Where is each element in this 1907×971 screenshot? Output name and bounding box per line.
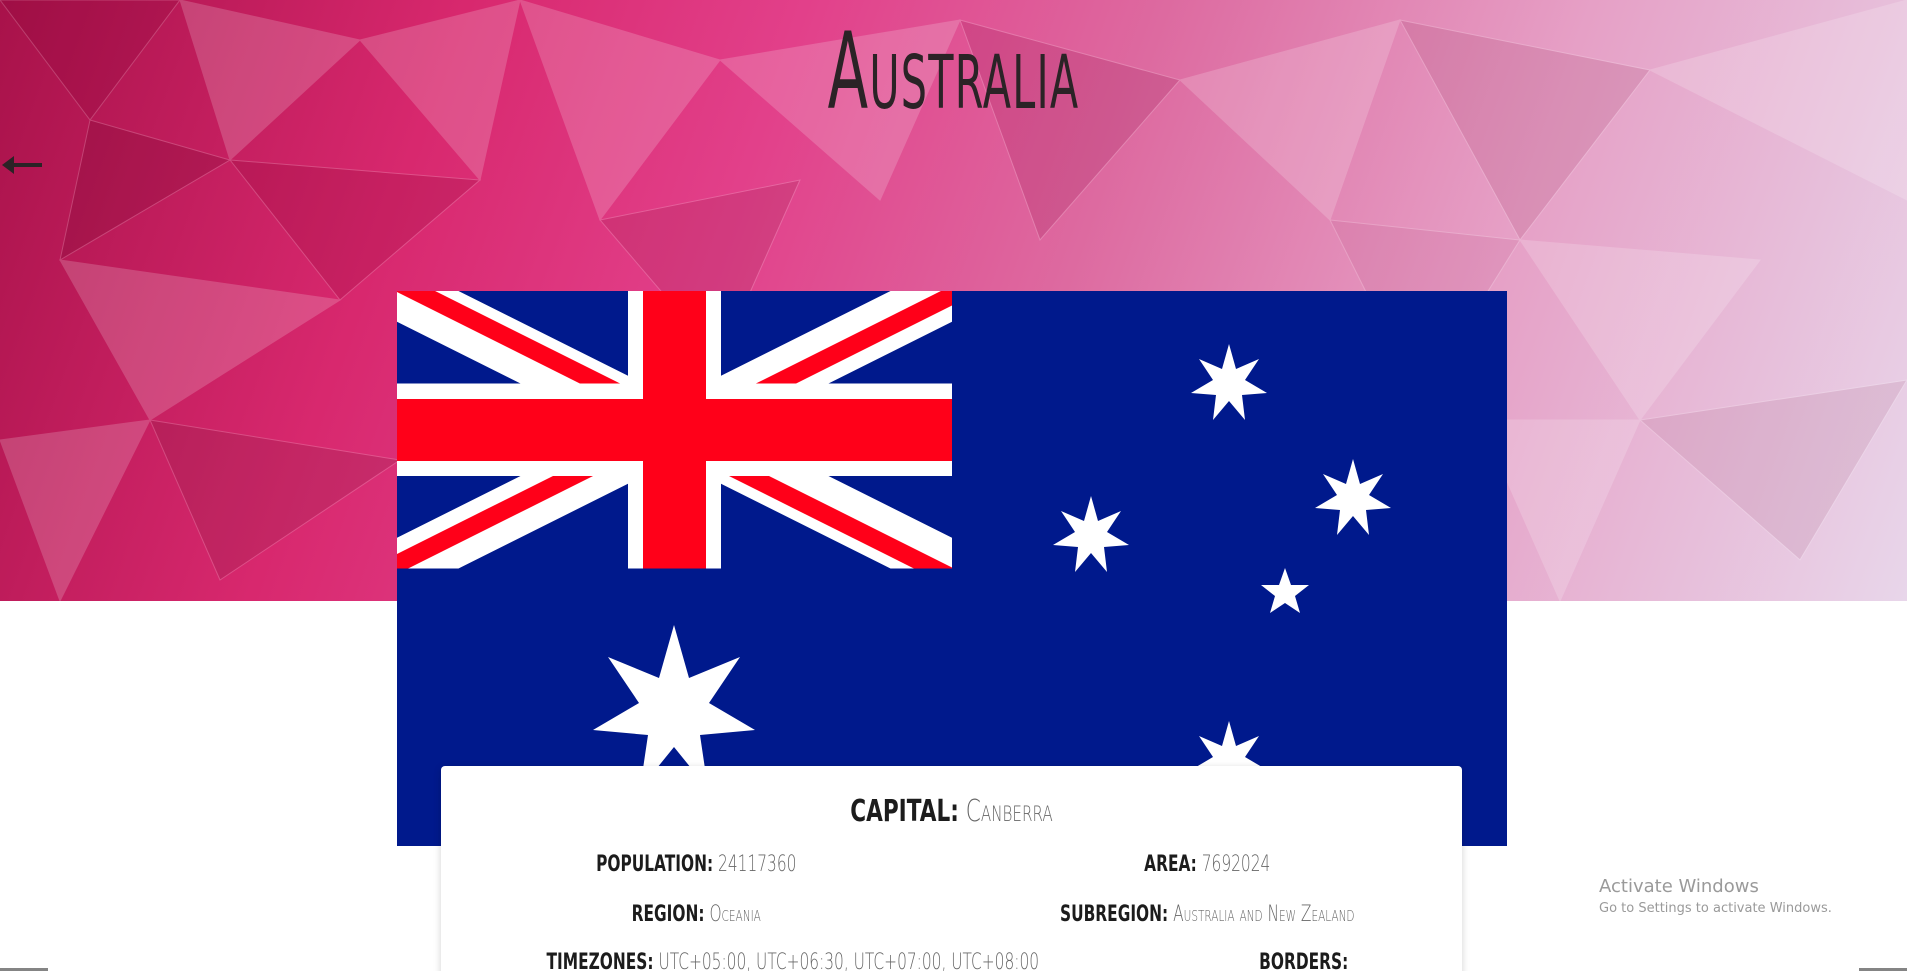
population-label: POPULATION: xyxy=(596,852,714,877)
region-label: REGION: xyxy=(631,902,705,927)
country-details-card: CAPITAL: Canberra POPULATION: 24117360 A… xyxy=(441,766,1462,971)
capital-line: CAPITAL: Canberra xyxy=(584,794,1319,829)
country-detail-page: Australia CAPITAL: Canberra POPULATION: … xyxy=(0,0,1907,971)
details-row: REGION: Oceania SUBREGION: Australia and… xyxy=(441,902,1462,927)
activate-windows-watermark: Activate Windows Go to Settings to activ… xyxy=(1599,876,1832,916)
region-value: Oceania xyxy=(709,902,761,927)
area-label: AREA: xyxy=(1143,852,1197,877)
capital-label: CAPITAL: xyxy=(850,794,959,829)
area-field: AREA: 7692024 xyxy=(1028,852,1385,877)
population-value: 24117360 xyxy=(718,852,797,877)
subregion-field: SUBREGION: Australia and New Zealand xyxy=(1028,902,1385,927)
subregion-value: Australia and New Zealand xyxy=(1172,902,1355,927)
region-field: REGION: Oceania xyxy=(518,902,875,927)
union-jack xyxy=(397,291,952,569)
capital-value: Canberra xyxy=(965,794,1053,829)
activate-windows-title: Activate Windows xyxy=(1599,876,1759,897)
details-row: POPULATION: 24117360 AREA: 7692024 xyxy=(441,852,1462,877)
country-flag-image xyxy=(397,291,1507,846)
page-title: Australia xyxy=(827,10,1080,133)
activate-windows-subtitle: Go to Settings to activate Windows. xyxy=(1599,901,1832,916)
population-field: POPULATION: 24117360 xyxy=(518,852,875,877)
area-value: 7692024 xyxy=(1201,852,1270,877)
subregion-label: SUBREGION: xyxy=(1059,902,1168,927)
arrow-left-icon xyxy=(2,156,42,174)
back-button[interactable] xyxy=(2,150,44,180)
